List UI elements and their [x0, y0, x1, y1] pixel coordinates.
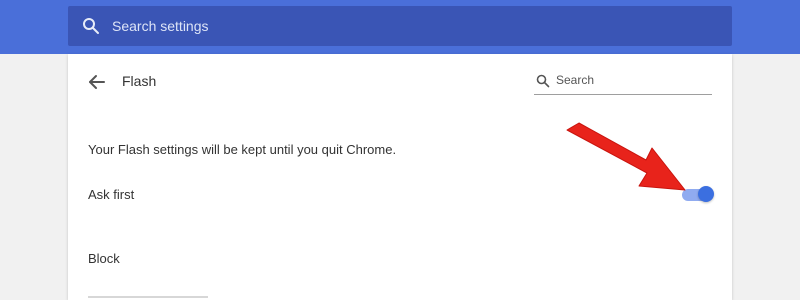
- settings-search-input[interactable]: [112, 6, 712, 46]
- card-header: Flash: [68, 54, 732, 110]
- ask-first-toggle[interactable]: [682, 186, 714, 202]
- search-icon: [83, 18, 99, 34]
- block-section-title: Block: [88, 251, 120, 266]
- flash-search-field[interactable]: [534, 66, 712, 95]
- cutoff-row: [88, 292, 208, 300]
- flash-search-input[interactable]: [556, 70, 706, 90]
- page-title: Flash: [122, 73, 157, 89]
- search-icon: [536, 74, 550, 88]
- top-bar: [0, 0, 800, 54]
- settings-search-bar[interactable]: [68, 6, 732, 46]
- flash-settings-card: Flash Your Flash settings will be kept u…: [68, 54, 732, 300]
- ask-first-row[interactable]: Ask first: [68, 178, 732, 210]
- ask-first-label: Ask first: [88, 187, 135, 202]
- flash-info-text: Your Flash settings will be kept until y…: [88, 142, 397, 157]
- arrow-left-icon[interactable]: [86, 71, 108, 93]
- cutoff-row-placeholder: [88, 296, 208, 298]
- toggle-thumb: [698, 186, 714, 202]
